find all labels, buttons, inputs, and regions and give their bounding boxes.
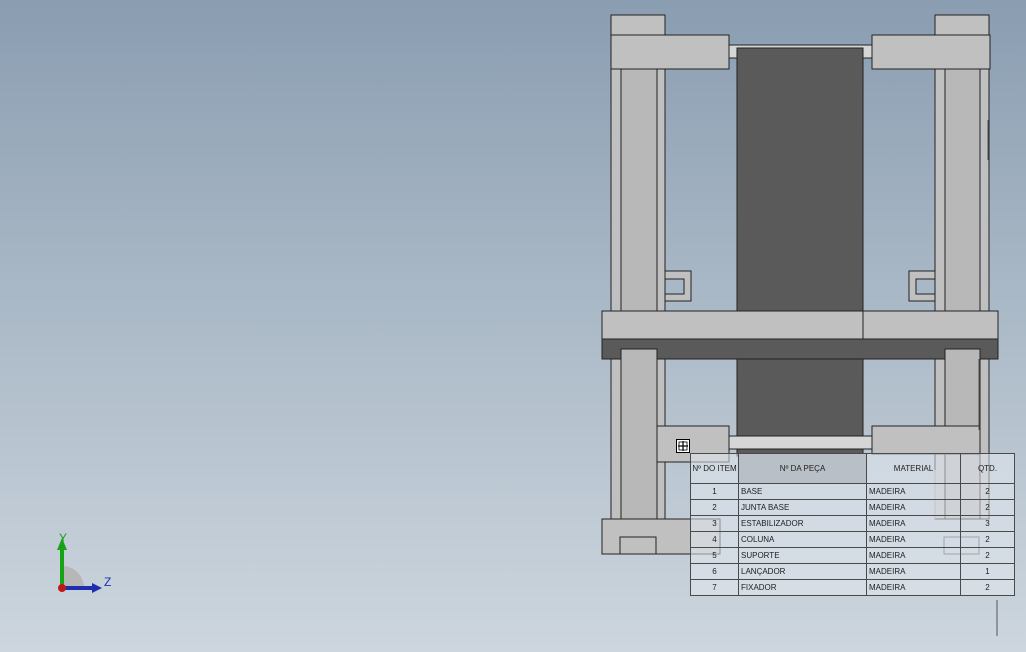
left-top-bar — [610, 34, 730, 70]
bom-cell-part: JUNTA BASE — [738, 499, 867, 516]
right-top-cap — [934, 14, 990, 36]
central-column-upper — [736, 47, 864, 314]
bom-cell-part: COLUNA — [738, 531, 867, 548]
left-upper-column-inner — [620, 34, 658, 312]
bom-cell-part: ESTABILIZADOR — [738, 515, 867, 532]
bom-cell-material: MADEIRA — [866, 531, 961, 548]
bom-cell-item: 5 — [690, 547, 739, 564]
bom-header-part[interactable]: Nº DA PEÇA — [738, 453, 867, 484]
bom-cell-qty: 2 — [960, 579, 1015, 596]
bom-cell-part: SUPORTE — [738, 547, 867, 564]
bom-row[interactable]: 2 JUNTA BASE MADEIRA 2 — [690, 499, 1015, 516]
right-lower-bar — [871, 425, 981, 455]
bom-cell-item: 1 — [690, 483, 739, 500]
bom-cell-item: 6 — [690, 563, 739, 580]
bom-cell-qty: 2 — [960, 483, 1015, 500]
bom-cell-item: 3 — [690, 515, 739, 532]
bom-cell-item: 2 — [690, 499, 739, 516]
left-hook-bracket — [664, 270, 692, 302]
bom-header-row: Nº DO ITEM Nº DA PEÇA MATERIAL QTD. — [690, 453, 1015, 484]
bom-header-item[interactable]: Nº DO ITEM — [690, 453, 739, 484]
left-lower-column-inner — [620, 348, 658, 520]
graphics-viewport[interactable]: Nº DO ITEM Nº DA PEÇA MATERIAL QTD. 1 BA… — [0, 0, 1026, 652]
bom-cell-qty: 2 — [960, 531, 1015, 548]
bom-cell-part: BASE — [738, 483, 867, 500]
move-table-handle-icon[interactable] — [676, 439, 690, 453]
bom-cell-part: FIXADOR — [738, 579, 867, 596]
bom-cell-qty: 1 — [960, 563, 1015, 580]
bom-cell-item: 4 — [690, 531, 739, 548]
right-hook-bracket — [908, 270, 936, 302]
bom-cell-material: MADEIRA — [866, 547, 961, 564]
axis-y-label: Y — [59, 531, 68, 545]
bom-row[interactable]: 3 ESTABILIZADOR MADEIRA 3 — [690, 515, 1015, 532]
bom-row[interactable]: 1 BASE MADEIRA 2 — [690, 483, 1015, 500]
bom-cell-qty: 2 — [960, 499, 1015, 516]
axis-z-label: Z — [104, 575, 112, 589]
middle-stabilizer-underside — [601, 338, 999, 360]
bill-of-materials-table[interactable]: Nº DO ITEM Nº DA PEÇA MATERIAL QTD. 1 BA… — [690, 453, 1015, 596]
bom-cell-material: MADEIRA — [866, 483, 961, 500]
left-top-cap — [610, 14, 666, 36]
lower-rod — [728, 435, 873, 450]
bom-cell-material: MADEIRA — [866, 499, 961, 516]
bom-cell-material: MADEIRA — [866, 579, 961, 596]
bom-cell-qty: 2 — [960, 547, 1015, 564]
bom-cell-item: 7 — [690, 579, 739, 596]
right-upper-column-inner — [944, 34, 981, 312]
bom-row[interactable]: 4 COLUNA MADEIRA 2 — [690, 531, 1015, 548]
bom-header-material[interactable]: MATERIAL — [866, 453, 961, 484]
right-top-bar — [871, 34, 991, 70]
bom-cell-part: LANÇADOR — [738, 563, 867, 580]
bom-row[interactable]: 6 LANÇADOR MADEIRA 1 — [690, 563, 1015, 580]
middle-stabilizer — [601, 310, 999, 340]
bom-cell-material: MADEIRA — [866, 563, 961, 580]
bom-row[interactable]: 7 FIXADOR MADEIRA 2 — [690, 579, 1015, 596]
bom-header-qty[interactable]: QTD. — [960, 453, 1015, 484]
bom-cell-material: MADEIRA — [866, 515, 961, 532]
bom-cell-qty: 3 — [960, 515, 1015, 532]
left-base-notch — [619, 536, 657, 555]
bom-row[interactable]: 5 SUPORTE MADEIRA 2 — [690, 547, 1015, 564]
